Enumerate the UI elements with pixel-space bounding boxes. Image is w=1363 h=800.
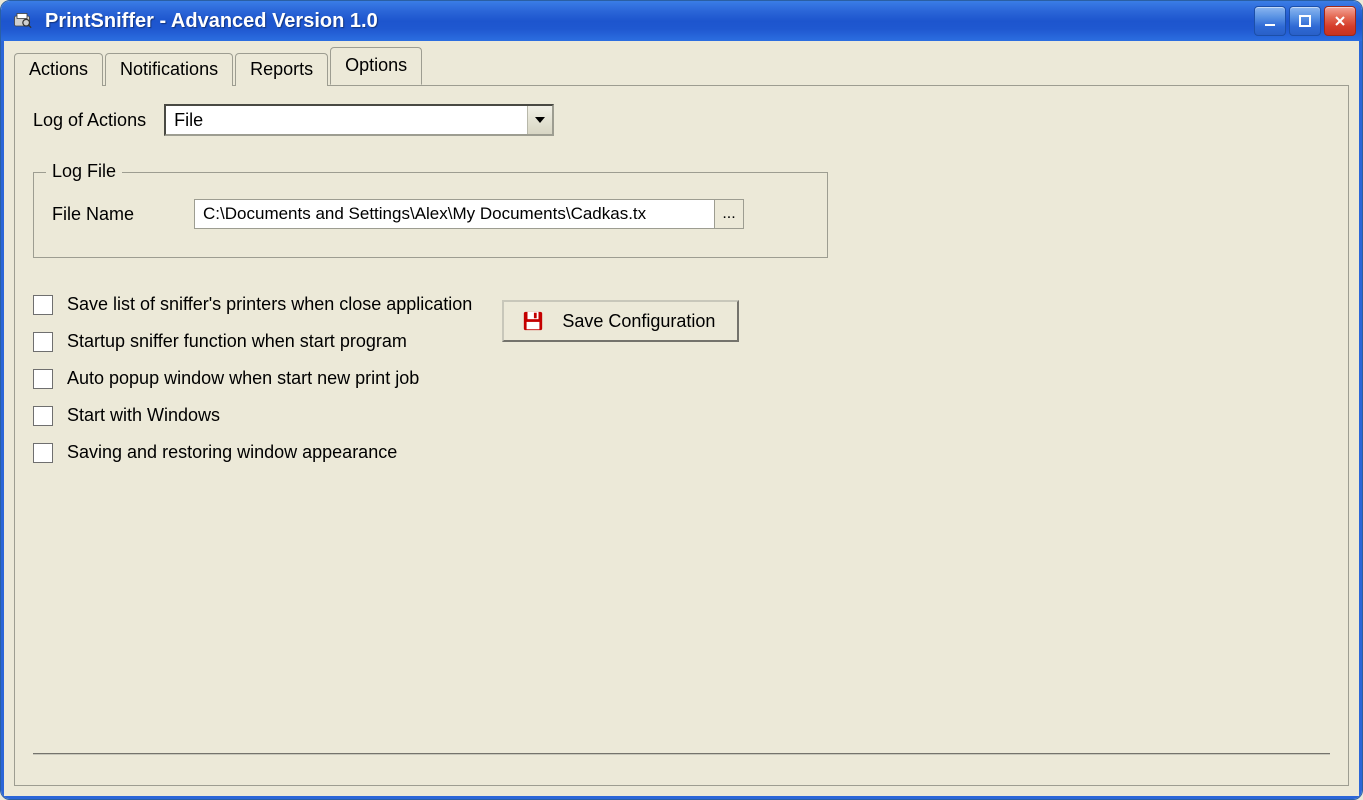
- checkbox-icon: [33, 406, 53, 426]
- tab-label: Reports: [250, 59, 313, 80]
- combo-value: File: [174, 110, 527, 131]
- checkbox-icon: [33, 369, 53, 389]
- lower-area: Save list of sniffer's printers when clo…: [33, 294, 1330, 463]
- maximize-button[interactable]: [1289, 6, 1321, 36]
- window-title: PrintSniffer - Advanced Version 1.0: [45, 10, 1254, 33]
- checkbox-icon: [33, 295, 53, 315]
- browse-button[interactable]: ...: [714, 200, 743, 228]
- minimize-button[interactable]: [1254, 6, 1286, 36]
- window-controls: [1254, 6, 1356, 36]
- checkbox-startup-sniffer[interactable]: Startup sniffer function when start prog…: [33, 331, 472, 352]
- close-button[interactable]: [1324, 6, 1356, 36]
- checkbox-label: Auto popup window when start new print j…: [67, 368, 419, 389]
- checkbox-icon: [33, 332, 53, 352]
- checkbox-list: Save list of sniffer's printers when clo…: [33, 294, 472, 463]
- log-of-actions-row: Log of Actions File: [33, 104, 1330, 136]
- checkbox-save-printers[interactable]: Save list of sniffer's printers when clo…: [33, 294, 472, 315]
- log-of-actions-label: Log of Actions: [33, 110, 146, 131]
- button-label: Save Configuration: [562, 311, 715, 332]
- checkbox-label: Save list of sniffer's printers when clo…: [67, 294, 472, 315]
- group-legend: Log File: [46, 161, 122, 182]
- checkbox-label: Startup sniffer function when start prog…: [67, 331, 407, 352]
- checkbox-label: Start with Windows: [67, 405, 220, 426]
- app-window: PrintSniffer - Advanced Version 1.0 Acti…: [0, 0, 1363, 800]
- file-path-text: C:\Documents and Settings\Alex\My Docume…: [195, 204, 714, 224]
- checkbox-icon: [33, 443, 53, 463]
- chevron-down-icon: [527, 106, 552, 134]
- file-name-label: File Name: [52, 204, 134, 225]
- tab-notifications[interactable]: Notifications: [105, 53, 233, 86]
- log-of-actions-combo[interactable]: File: [164, 104, 554, 136]
- client-area: Actions Notifications Reports Options Lo…: [1, 41, 1362, 799]
- tab-label: Actions: [29, 59, 88, 80]
- tab-reports[interactable]: Reports: [235, 53, 328, 86]
- checkbox-save-window-appearance[interactable]: Saving and restoring window appearance: [33, 442, 472, 463]
- tab-label: Options: [345, 55, 407, 76]
- app-icon: [11, 10, 33, 32]
- tab-options[interactable]: Options: [330, 47, 422, 85]
- checkbox-label: Saving and restoring window appearance: [67, 442, 397, 463]
- status-bar: [33, 753, 1330, 777]
- tab-label: Notifications: [120, 59, 218, 80]
- log-file-group: Log File File Name C:\Documents and Sett…: [33, 172, 828, 258]
- checkbox-auto-popup[interactable]: Auto popup window when start new print j…: [33, 368, 472, 389]
- titlebar[interactable]: PrintSniffer - Advanced Version 1.0: [1, 1, 1362, 41]
- tab-actions[interactable]: Actions: [14, 53, 103, 86]
- file-name-input[interactable]: C:\Documents and Settings\Alex\My Docume…: [194, 199, 744, 229]
- save-configuration-button[interactable]: Save Configuration: [502, 300, 739, 342]
- disk-icon: [522, 310, 544, 332]
- tab-bar: Actions Notifications Reports Options: [14, 51, 1349, 85]
- checkbox-start-with-windows[interactable]: Start with Windows: [33, 405, 472, 426]
- options-panel: Log of Actions File Log File File Name C…: [14, 85, 1349, 786]
